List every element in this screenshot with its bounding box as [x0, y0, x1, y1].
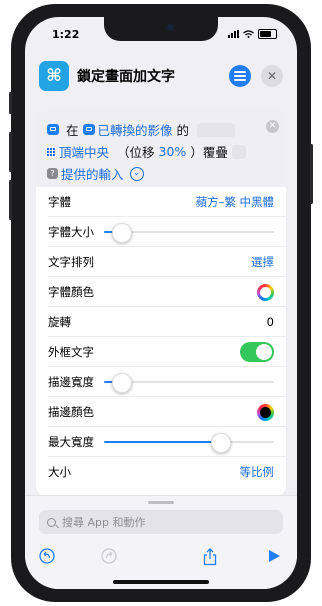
clear-icon[interactable]: ✕	[266, 120, 279, 133]
home-indicator[interactable]	[113, 580, 209, 584]
action-text-suffix: 的	[176, 123, 190, 138]
position-picker[interactable]: 頂端中央	[59, 142, 109, 161]
max-width-label: 最大寬度	[48, 435, 94, 449]
action-title: 鎖定畫面加文字	[77, 69, 175, 85]
bottom-sheet: 搜尋 App 和動作	[25, 495, 297, 589]
stroke-width-slider-thumb[interactable]	[112, 373, 132, 393]
status-time: 1:22	[52, 28, 80, 41]
front-camera	[167, 24, 174, 31]
max-width-row: 最大寬度	[36, 427, 286, 457]
stroke-color-picker[interactable]	[257, 403, 274, 421]
share-icon[interactable]	[199, 548, 221, 570]
play-icon[interactable]	[263, 548, 285, 570]
overlay-label: ）覆疊	[190, 145, 228, 160]
rotation-label: 旋轉	[48, 315, 71, 329]
font-color-picker[interactable]	[257, 283, 274, 301]
stroke-color-row[interactable]: 描邊顏色	[36, 397, 286, 427]
alignment-value[interactable]: 選擇	[251, 254, 274, 270]
action-line-3: ? 提供的輸入 ⌄	[47, 164, 144, 183]
outline-label: 外框文字	[48, 345, 94, 359]
offset-label: （位移	[117, 145, 155, 160]
max-width-slider-thumb[interactable]	[211, 433, 231, 453]
search-placeholder: 搜尋 App 和動作	[62, 516, 146, 529]
font-color-label: 字體顏色	[48, 285, 94, 299]
status-icons	[228, 29, 277, 39]
font-row[interactable]: 字體 蘋方–繁 中黑體	[36, 187, 286, 217]
offset-value[interactable]: 30%	[159, 144, 187, 159]
close-button[interactable]: ✕	[261, 65, 283, 87]
provided-input-variable[interactable]: 提供的輸入	[61, 164, 124, 183]
stroke-width-label: 描邊寬度	[48, 375, 94, 389]
size-label: 大小	[48, 465, 71, 479]
image-variable-icon	[47, 124, 59, 135]
position-grid-icon	[47, 147, 55, 156]
stroke-color-label: 描邊顏色	[48, 405, 94, 419]
sheet-grabber[interactable]	[148, 501, 174, 504]
volume-down-button	[9, 180, 12, 220]
search-icon	[47, 517, 56, 527]
stroke-width-row: 描邊寬度	[36, 367, 286, 397]
rotation-value[interactable]: 0	[267, 315, 274, 329]
action-text-prefix: 在	[66, 123, 79, 138]
volume-up-button	[9, 132, 12, 172]
notch	[104, 17, 218, 41]
screen: 1:22 ⌘ 鎖定畫面加文字 ✕ 在 已轉換的影像 的 ✕ 頂端中央 （位移 3…	[25, 17, 297, 589]
filter-icon[interactable]	[229, 65, 251, 87]
action-summary: 在 已轉換的影像 的 ✕ 頂端中央 （位移 30% ）覆疊 ? 提供的輸入 ⌄	[36, 109, 286, 187]
font-size-label: 字體大小	[48, 225, 94, 239]
search-input[interactable]: 搜尋 App 和動作	[39, 510, 283, 534]
overlay-placeholder[interactable]	[231, 144, 246, 159]
image-variable-icon	[82, 124, 95, 135]
undo-icon[interactable]	[36, 548, 58, 570]
font-size-row: 字體大小	[36, 217, 286, 247]
font-size-slider-thumb[interactable]	[112, 223, 132, 243]
battery-icon	[258, 29, 277, 39]
chevron-down-icon[interactable]: ⌄	[129, 166, 144, 181]
action-header: ⌘ 鎖定畫面加文字 ✕	[25, 53, 297, 111]
wifi-icon	[243, 30, 254, 38]
action-line-2: 頂端中央 （位移 30% ）覆疊	[47, 142, 246, 161]
font-color-row[interactable]: 字體顏色	[36, 277, 286, 307]
outline-row: 外框文字	[36, 337, 286, 367]
action-card: 在 已轉換的影像 的 ✕ 頂端中央 （位移 30% ）覆疊 ? 提供的輸入 ⌄	[36, 109, 286, 497]
editor-toolbar	[25, 548, 297, 574]
text-placeholder[interactable]	[197, 122, 236, 137]
alignment-label: 文字排列	[48, 255, 94, 269]
mute-switch	[9, 92, 12, 114]
side-button	[310, 144, 313, 204]
converted-image-variable[interactable]: 已轉換的影像	[98, 120, 173, 139]
rotation-row[interactable]: 旋轉 0	[36, 307, 286, 337]
action-line-1: 在 已轉換的影像 的	[47, 120, 236, 139]
outline-toggle[interactable]	[240, 342, 274, 362]
input-variable-icon: ?	[47, 168, 58, 179]
font-label: 字體	[48, 195, 71, 209]
max-width-slider-fill	[104, 441, 220, 443]
redo-icon[interactable]	[98, 548, 120, 570]
size-row[interactable]: 大小 等比例	[36, 457, 286, 487]
cellular-signal-icon	[228, 30, 239, 38]
font-value[interactable]: 蘋方–繁 中黑體	[196, 194, 274, 210]
alignment-row[interactable]: 文字排列 選擇	[36, 247, 286, 277]
shortcuts-app-icon: ⌘	[39, 61, 69, 91]
size-value[interactable]: 等比例	[240, 464, 275, 480]
